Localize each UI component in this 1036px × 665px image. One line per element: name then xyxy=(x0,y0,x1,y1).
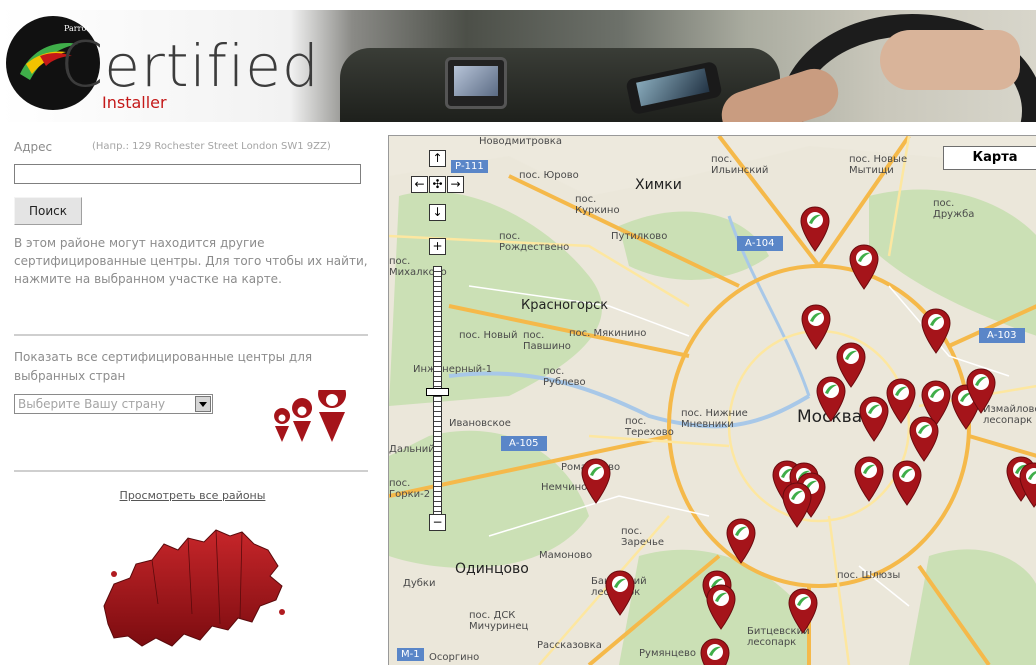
view-all-regions-link[interactable]: Просмотреть все районы xyxy=(0,489,385,502)
car-kit-device-image xyxy=(445,57,507,109)
map-label-novodmitrovka: Новодмитровка xyxy=(479,136,562,147)
certified-center-marker-icon[interactable] xyxy=(854,456,884,502)
map-label-dalny: Дальний xyxy=(389,444,435,455)
zoom-slider-thumb[interactable] xyxy=(426,388,449,396)
certified-center-marker-icon[interactable] xyxy=(800,206,830,252)
road-shield-a104: А-104 xyxy=(737,236,783,251)
site-header: Parrot Certified Installer xyxy=(0,10,1036,122)
certified-center-marker-icon[interactable] xyxy=(788,588,818,634)
map-view[interactable]: Новодмитровка пос. Юрово Химки пос. Курк… xyxy=(388,135,1036,665)
pan-down-button[interactable]: ↓ xyxy=(429,204,446,221)
map-label-ivanovskoe: Ивановское xyxy=(449,418,511,429)
map-label-rumyantsevo: Румянцево xyxy=(639,648,697,659)
map-label-osorgino: Осоргино xyxy=(429,652,480,663)
map-label-rozhdestveno: пос. Рождествено xyxy=(499,231,570,253)
map-label-krasnogorsk: Красногорск xyxy=(521,298,609,313)
show-all-centers-text: Показать все сертифицированные центры дл… xyxy=(14,350,313,383)
map-label-dubki: Дубки xyxy=(403,578,436,589)
map-label-mamonovo: Мамоново xyxy=(539,550,593,561)
certified-center-marker-icon[interactable] xyxy=(700,638,730,665)
map-label-putilkovo: Путилково xyxy=(611,231,668,242)
divider xyxy=(14,470,368,472)
map-label-rasskazovka: Рассказовка xyxy=(537,640,602,651)
certified-center-marker-icon[interactable] xyxy=(581,458,611,504)
pan-right-button[interactable]: → xyxy=(447,176,464,193)
location-pins-icon xyxy=(274,390,347,442)
certified-center-marker-icon[interactable] xyxy=(605,570,635,616)
certified-center-marker-icon[interactable] xyxy=(892,460,922,506)
map-label-zarechye: пос. Заречье xyxy=(621,526,664,548)
map-label-pavshino: пос. Павшино xyxy=(523,330,571,352)
certified-center-marker-icon[interactable] xyxy=(921,308,951,354)
road-shield-a105: А-105 xyxy=(501,436,547,451)
map-label-terekhovo: пос. Терехово xyxy=(625,416,674,438)
map-label-rublevo: пос. Рублево xyxy=(543,366,586,388)
certified-center-marker-icon[interactable] xyxy=(726,518,756,564)
certified-center-marker-icon[interactable] xyxy=(706,584,736,630)
map-label-kurkino: пос. Куркино xyxy=(575,194,620,216)
chevron-down-icon[interactable] xyxy=(195,396,211,412)
certified-center-marker-icon[interactable] xyxy=(909,416,939,462)
address-input[interactable] xyxy=(14,164,361,184)
certified-logo-text: Certified xyxy=(60,28,320,101)
russia-map-image[interactable] xyxy=(92,514,292,664)
map-label-nizhnie-mnevniki: пос. Нижние Мневники xyxy=(681,408,748,430)
certified-center-marker-icon[interactable] xyxy=(859,396,889,442)
map-label-druzhba: пос. Дружба xyxy=(933,198,975,220)
road-shield-r111: Р-111 xyxy=(451,160,488,173)
address-label: Адрес xyxy=(14,140,53,154)
map-label-novye-mytishchi: пос. Новые Мытищи xyxy=(849,154,908,176)
country-select-value: Выберите Вашу страну xyxy=(18,397,166,411)
installer-logo-text: Installer xyxy=(102,93,167,112)
search-sidebar: Адрес (Напр.: 129 Rochester Street Londo… xyxy=(0,122,385,664)
map-label-ilyinsky: пос. Ильинский xyxy=(711,154,769,176)
zoom-out-button[interactable]: − xyxy=(429,514,446,531)
hand-image xyxy=(880,30,1020,90)
zoom-in-button[interactable]: + xyxy=(429,238,446,255)
map-label-shluzy: пос. Шлюзы xyxy=(837,570,901,581)
certified-center-marker-icon[interactable] xyxy=(816,376,846,422)
road-shield-a103: А-103 xyxy=(979,328,1025,343)
map-type-button[interactable]: Карта xyxy=(943,146,1036,170)
map-label-yurovo: пос. Юрово xyxy=(519,170,579,181)
divider xyxy=(14,334,368,336)
map-label-odintsovo: Одинцово xyxy=(455,561,529,577)
pan-left-button[interactable]: ← xyxy=(411,176,428,193)
certified-center-marker-icon[interactable] xyxy=(782,482,812,528)
address-hint: (Напр.: 129 Rochester Street London SW1 … xyxy=(92,141,331,152)
country-select[interactable]: Выберите Вашу страну xyxy=(14,394,213,414)
road-shield-m1: М-1 xyxy=(397,648,424,661)
map-label-inzhenerny: Инженерный-1 xyxy=(413,364,493,375)
map-label-dsk: пос. ДСК Мичуринец xyxy=(469,610,529,632)
certified-center-marker-icon[interactable] xyxy=(849,244,879,290)
area-info-text: В этом районе могут находится другие сер… xyxy=(14,236,368,286)
map-label-khimki: Химки xyxy=(635,177,682,193)
map-label-myakinino: пос. Мякинино xyxy=(569,328,647,339)
certified-center-marker-icon[interactable] xyxy=(801,304,831,350)
pan-center-button[interactable]: ✣ xyxy=(429,176,446,193)
top-bar xyxy=(0,0,1036,10)
map-label-mikhalkovo: пос. Михалково xyxy=(389,256,447,278)
map-label-gorki: пос. Горки-2 xyxy=(389,478,431,500)
certified-center-marker-icon[interactable] xyxy=(966,368,996,414)
certified-center-marker-icon[interactable] xyxy=(1019,462,1036,508)
search-button[interactable]: Поиск xyxy=(14,197,82,225)
pan-up-button[interactable]: ↑ xyxy=(429,150,446,167)
map-label-novy: пос. Новый xyxy=(459,330,518,341)
